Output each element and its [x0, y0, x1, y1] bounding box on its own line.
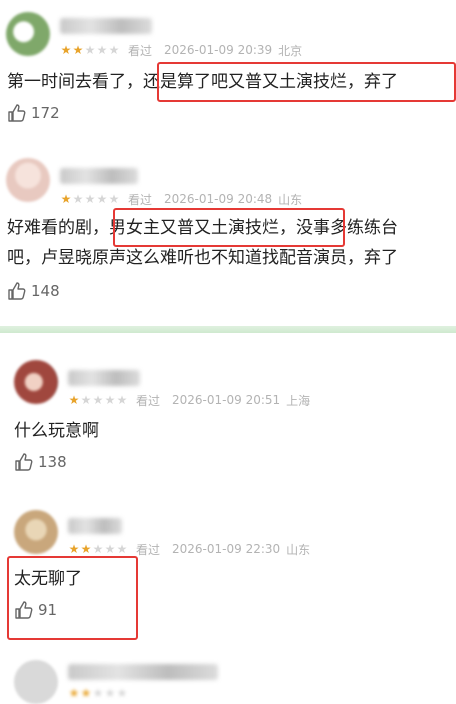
username[interactable]: [68, 664, 218, 680]
avatar[interactable]: [14, 660, 58, 704]
comment-item: ★ ★ ★ ★ ★: [0, 0, 456, 704]
star-icon: ★: [92, 686, 104, 700]
star-icon: ★: [104, 686, 116, 700]
comment-meta: ★ ★ ★ ★ ★: [68, 684, 136, 702]
star-icon: ★: [80, 686, 92, 700]
star-icon: ★: [68, 686, 80, 700]
rating-stars: ★ ★ ★ ★ ★: [68, 687, 128, 699]
star-icon: ★: [116, 686, 128, 700]
